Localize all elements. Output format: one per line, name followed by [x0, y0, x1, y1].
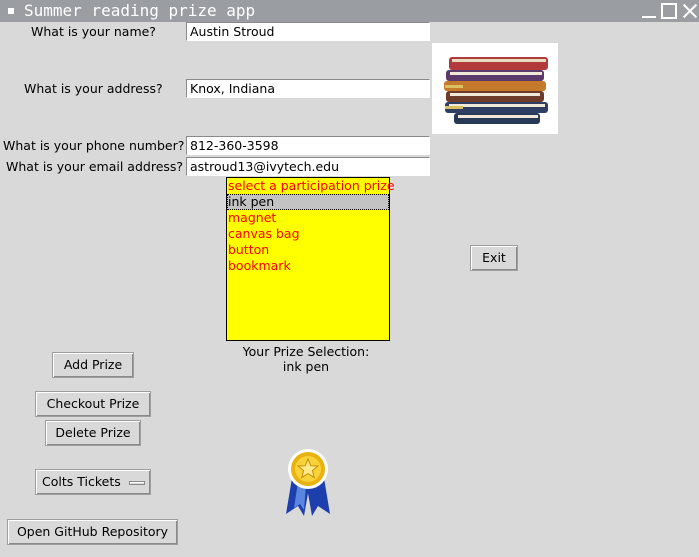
email-label: What is your email address? [6, 159, 184, 174]
prize-listbox[interactable]: select a participation prize ink pen mag… [226, 177, 395, 341]
address-field[interactable]: Knox, Indiana [186, 79, 430, 98]
list-item[interactable]: bookmark [227, 258, 389, 274]
list-item[interactable]: button [227, 242, 389, 258]
phone-field[interactable]: 812-360-3598 [186, 136, 430, 155]
name-field[interactable]: Austin Stroud [186, 22, 430, 41]
selection-value: ink pen [282, 359, 330, 374]
list-item[interactable]: ink pen [227, 194, 389, 210]
maximize-icon[interactable] [661, 3, 677, 19]
prize-option-menu[interactable]: Colts Tickets [35, 469, 151, 495]
list-item[interactable]: canvas bag [227, 226, 389, 242]
close-icon[interactable] [682, 2, 698, 20]
phone-label: What is your phone number? [3, 138, 185, 153]
stack-of-books-icon [444, 57, 548, 124]
checkout-prize-button[interactable]: Checkout Prize [35, 391, 151, 417]
title-bar: Summer reading prize app [0, 0, 699, 22]
option-menu-value: Colts Tickets [42, 474, 121, 489]
selection-caption: Your Prize Selection: [242, 344, 370, 359]
minimize-icon[interactable] [641, 2, 657, 20]
window-title: Summer reading prize app [24, 1, 256, 20]
list-item[interactable]: magnet [227, 210, 389, 226]
delete-prize-button[interactable]: Delete Prize [45, 420, 141, 446]
address-label: What is your address? [24, 81, 163, 96]
window-menu-icon[interactable] [8, 8, 14, 14]
list-item[interactable]: select a participation prize [227, 178, 395, 194]
option-menu-indicator-icon [129, 481, 145, 485]
name-label: What is your name? [31, 24, 156, 39]
add-prize-button[interactable]: Add Prize [52, 352, 134, 378]
email-field[interactable]: astroud13@ivytech.edu [186, 157, 430, 176]
open-github-repository-button[interactable]: Open GitHub Repository [7, 519, 178, 545]
exit-button[interactable]: Exit [470, 245, 518, 271]
books-image [432, 43, 558, 134]
award-ribbon-icon [286, 449, 330, 516]
